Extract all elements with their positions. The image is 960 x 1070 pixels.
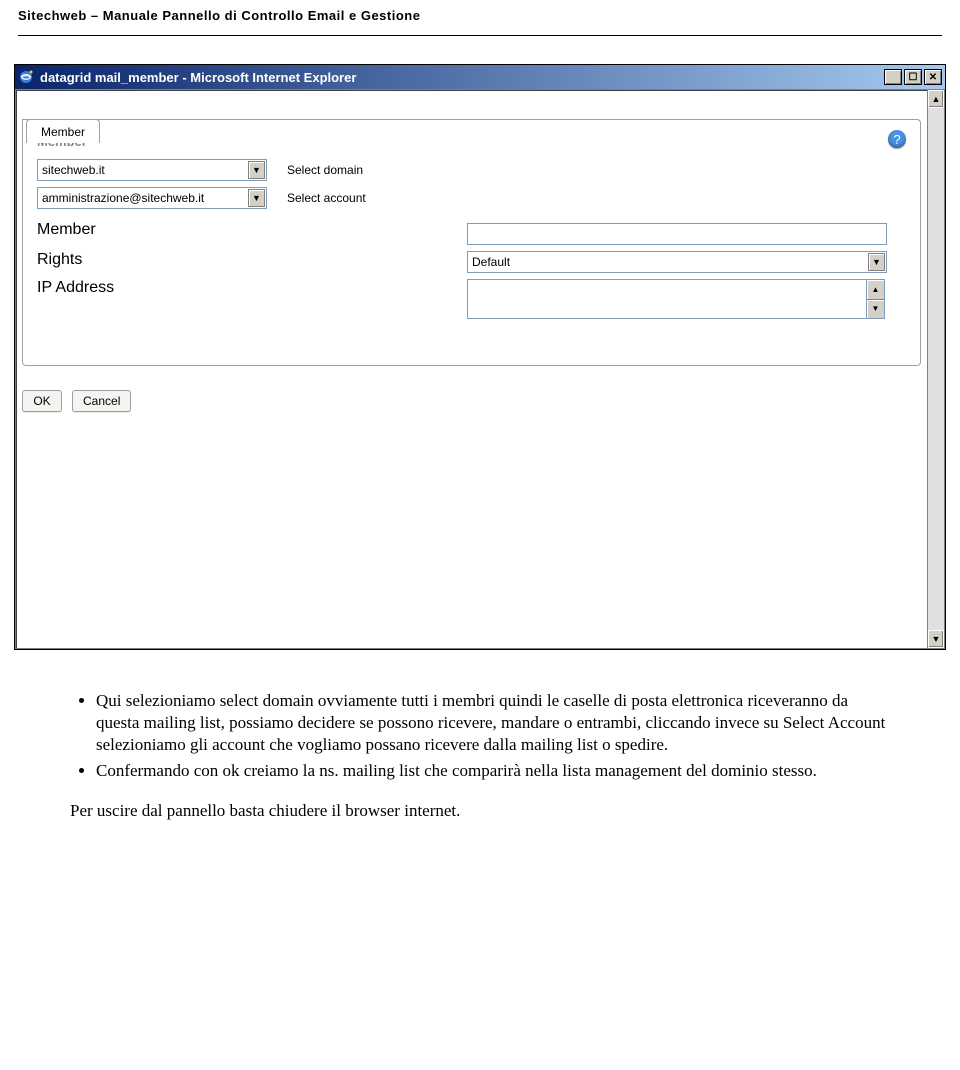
member-panel: Member ? sitechweb.it ▼ Select domain	[22, 119, 921, 366]
ip-input[interactable]	[467, 279, 867, 319]
vertical-scrollbar[interactable]: ▲ ▼	[927, 89, 945, 649]
maximize-button[interactable]: ☐	[904, 69, 922, 85]
ip-label: IP Address	[37, 279, 467, 319]
page-title: Sitechweb – Manuale Pannello di Controll…	[18, 8, 420, 23]
account-select-value: amministrazione@sitechweb.it	[42, 191, 204, 205]
close-button[interactable]: ✕	[924, 69, 942, 85]
member-label: Member	[37, 221, 467, 245]
member-input[interactable]	[467, 223, 887, 245]
ie-icon	[18, 69, 34, 85]
ip-spinner: ▲ ▼	[867, 279, 885, 319]
domain-select-value: sitechweb.it	[42, 163, 105, 177]
body-text: Qui selezioniamo select domain ovviament…	[70, 690, 890, 822]
domain-label: Select domain	[287, 163, 363, 177]
bullet-1: Qui selezioniamo select domain ovviament…	[96, 690, 890, 756]
arrow-up-icon[interactable]: ▲	[867, 280, 884, 300]
account-select[interactable]: amministrazione@sitechweb.it ▼	[37, 187, 267, 209]
minimize-button[interactable]: _	[884, 69, 902, 85]
arrow-down-icon[interactable]: ▼	[867, 300, 884, 319]
window-title: datagrid mail_member - Microsoft Interne…	[40, 70, 884, 85]
domain-select[interactable]: sitechweb.it ▼	[37, 159, 267, 181]
tab-label: Member	[41, 125, 85, 139]
rights-label: Rights	[37, 251, 467, 273]
panel-title: Member	[37, 134, 906, 149]
header-rule	[18, 35, 942, 36]
chevron-down-icon[interactable]: ▼	[248, 189, 265, 207]
bullet-2: Confermando con ok creiamo la ns. mailin…	[96, 760, 890, 782]
chevron-down-icon[interactable]: ▼	[248, 161, 265, 179]
chevron-down-icon[interactable]: ▼	[868, 253, 885, 271]
account-label: Select account	[287, 191, 366, 205]
cancel-button[interactable]: Cancel	[72, 390, 131, 412]
ie-window: datagrid mail_member - Microsoft Interne…	[14, 64, 946, 650]
titlebar: datagrid mail_member - Microsoft Interne…	[15, 65, 945, 89]
content-area: Member Member ? sitechweb.it ▼ Select do…	[15, 89, 927, 649]
page-header: Sitechweb – Manuale Pannello di Controll…	[0, 0, 960, 31]
scroll-track[interactable]	[928, 108, 944, 630]
ok-button[interactable]: OK	[22, 390, 62, 412]
tab-member[interactable]: Member	[26, 119, 100, 143]
rights-select[interactable]: Default ▼	[467, 251, 887, 273]
footer-paragraph: Per uscire dal pannello basta chiudere i…	[70, 800, 890, 822]
help-icon[interactable]: ?	[888, 130, 906, 148]
scroll-up-icon[interactable]: ▲	[928, 90, 944, 108]
rights-value: Default	[472, 255, 510, 269]
scroll-down-icon[interactable]: ▼	[928, 630, 944, 648]
